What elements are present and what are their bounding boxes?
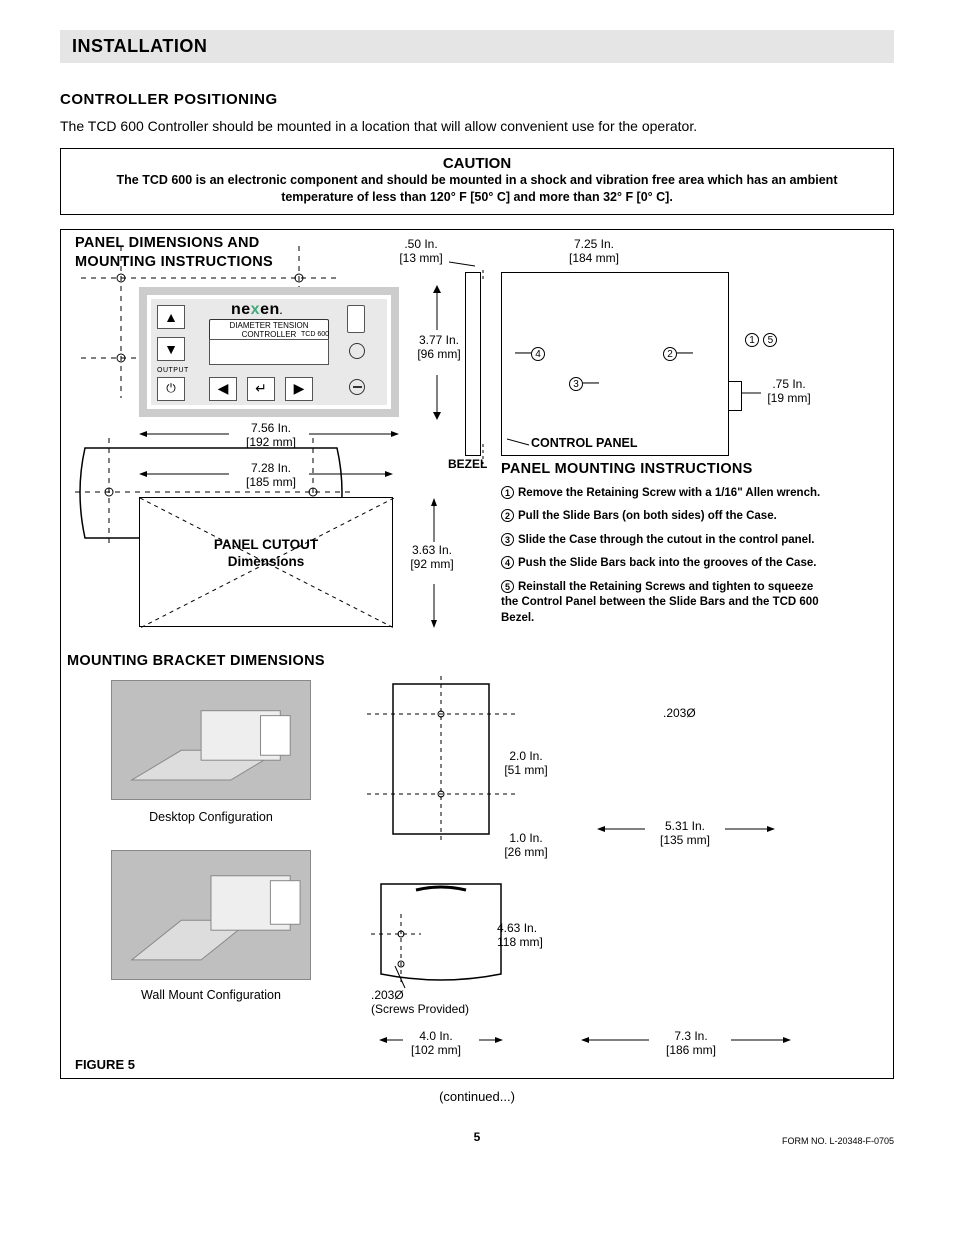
dim-20: 2.0 In.[51 mm] (499, 750, 553, 778)
page-number: 5 (60, 1130, 894, 1144)
mount-step-3: 3Slide the Case through the cutout in th… (501, 533, 831, 549)
dim-531: 5.31 In.[135 mm] (645, 820, 725, 848)
device-display (209, 339, 329, 365)
caution-box: CAUTION The TCD 600 is an electronic com… (60, 148, 894, 215)
caution-body: The TCD 600 is an electronic component a… (91, 172, 863, 206)
indicator-bar (347, 305, 365, 333)
wallmount-config-label: Wall Mount Configuration (111, 988, 311, 1002)
enter-button-icon (247, 377, 275, 401)
subheading-positioning: CONTROLLER POSITIONING (60, 91, 894, 108)
section-heading: INSTALLATION (60, 30, 894, 63)
dim-463: 4.63 In.118 mm] (497, 922, 555, 950)
down-button-icon (157, 337, 185, 361)
tcd600-front-panel: OUTPUT ⏻ nexen. DIAMETER TENSION CONTROL… (139, 287, 399, 417)
device-face: OUTPUT ⏻ nexen. DIAMETER TENSION CONTROL… (151, 299, 387, 405)
left-button-icon (209, 377, 237, 401)
bezel-side (465, 272, 481, 456)
dim-line-73 (581, 1036, 791, 1044)
round-indicator-1 (349, 343, 365, 359)
caution-title: CAUTION (91, 155, 863, 172)
screw-tab (728, 381, 742, 411)
dim-50: .50 In.[13 mm] (391, 238, 451, 266)
panel-dimensions-title-line1: PANEL DIMENSIONS AND (75, 235, 260, 251)
desktop-config-photo (111, 680, 311, 800)
dia-right: .203Ø (663, 706, 696, 720)
wallmount-config-photo (111, 850, 311, 980)
leader-control-panel (507, 437, 531, 447)
control-panel-label: CONTROL PANEL (531, 436, 637, 450)
continued-text: (continued...) (60, 1089, 894, 1104)
mount-step-5: 5Reinstall the Retaining Screws and tigh… (501, 580, 831, 627)
dia-left: .203Ø(Screws Provided) (371, 988, 469, 1016)
dim-line-756 (139, 430, 399, 438)
dim-725: 7.25 In.[184 mm] (559, 238, 629, 266)
up-button-icon (157, 305, 185, 329)
device-model: TCD 600 (301, 331, 329, 338)
bracket-left-diagram (361, 674, 521, 1034)
round-indicator-2 (349, 379, 365, 395)
dim-line-531 (597, 826, 775, 832)
panel-mounting-title: PANEL MOUNTING INSTRUCTIONS (501, 460, 753, 479)
mounting-side-view (501, 272, 729, 456)
callout-2: 2— (663, 344, 693, 362)
desktop-config-label: Desktop Configuration (111, 810, 311, 824)
dim-75: .75 In.[19 mm] (761, 378, 817, 406)
mount-step-2: 2Pull the Slide Bars (on both sides) off… (501, 509, 831, 525)
output-power-icon: ⏻ (157, 377, 185, 401)
callout-4: —4 (515, 344, 545, 362)
output-label: OUTPUT (157, 367, 189, 374)
bracket-title: MOUNTING BRACKET DIMENSIONS (67, 652, 325, 671)
panel-dimensions-title-line2: MOUNTING INSTRUCTIONS (75, 254, 273, 270)
panel-cutout-box: PANEL CUTOUTDimensions (139, 497, 393, 627)
leader-75 (741, 390, 761, 396)
mounting-steps: 1Remove the Retaining Screw with a 1/16"… (501, 482, 831, 635)
callout-3: 3— (569, 374, 599, 392)
figure-label: FIGURE 5 (75, 1057, 135, 1072)
figure-box: PANEL DIMENSIONS AND MOUNTING INSTRUCTIO… (60, 229, 894, 1079)
mount-step-1: 1Remove the Retaining Screw with a 1/16"… (501, 486, 831, 502)
dim-line-40 (379, 1036, 503, 1044)
right-button-icon (285, 377, 313, 401)
dim-line-377 (431, 285, 443, 420)
leader-50 (449, 256, 479, 268)
dim-line-728 (139, 470, 393, 478)
callout-1-5: 1 5 (745, 330, 777, 348)
intro-text: The TCD 600 Controller should be mounted… (60, 118, 894, 134)
panel-dimensions-title: PANEL DIMENSIONS AND MOUNTING INSTRUCTIO… (75, 234, 273, 272)
mount-step-4: 4Push the Slide Bars back into the groov… (501, 556, 831, 572)
leader-dia-left (391, 966, 411, 990)
form-number: FORM NO. L-20348-F-0705 (782, 1136, 894, 1146)
brand-logo: nexen. (231, 301, 283, 319)
cutout-title: PANEL CUTOUTDimensions (140, 536, 392, 571)
dim-line-363 (429, 498, 439, 628)
dim-10: 1.0 In.[26 mm] (499, 832, 553, 860)
